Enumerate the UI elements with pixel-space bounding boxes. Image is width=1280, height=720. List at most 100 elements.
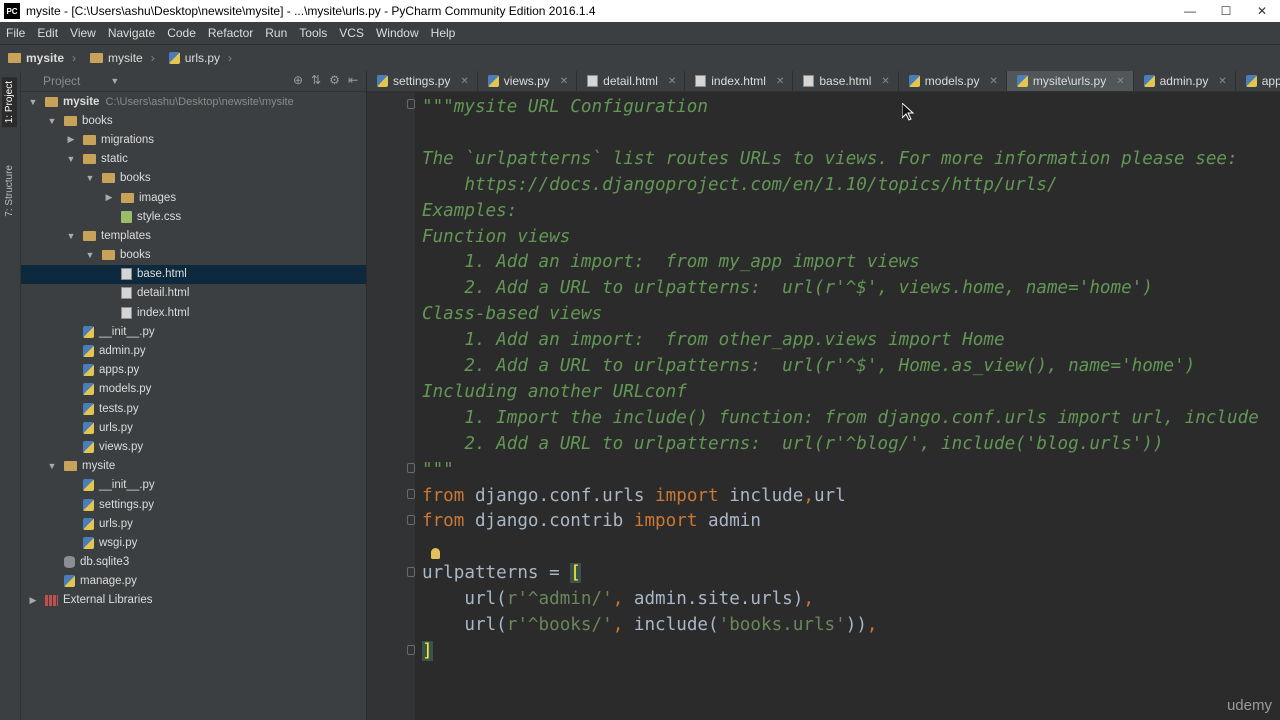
close-icon[interactable]: ✕ [1244,0,1280,22]
close-icon[interactable]: ✕ [560,76,568,87]
tree-item[interactable]: detail.html [21,284,366,303]
menu-view[interactable]: View [64,26,102,40]
menu-help[interactable]: Help [425,26,462,40]
menu-run[interactable]: Run [259,26,293,40]
menu-tools[interactable]: Tools [293,26,333,40]
chevron-down-icon[interactable]: ▼ [46,116,58,126]
tree-item[interactable]: settings.py [21,495,366,514]
editor-tab[interactable]: index.html ✕ [685,71,794,91]
project-panel: Project ▼ ⊕ ⇅ ⚙ ⇤ ▼ mysite C:\Users\ashu\D… [21,71,367,720]
tree-item[interactable]: manage.py [21,572,366,591]
tree-item[interactable]: views.py [21,437,366,456]
project-view-selector[interactable]: Project [43,74,80,88]
close-icon[interactable]: ✕ [776,76,784,87]
chevron-down-icon[interactable]: ▼ [84,173,96,183]
tree-item[interactable]: tests.py [21,399,366,418]
tree-item[interactable]: index.html [21,303,366,322]
fold-marker-icon[interactable] [407,99,415,109]
chevron-down-icon[interactable]: ▼ [65,231,77,241]
fold-marker-icon[interactable] [407,515,415,525]
chevron-right-icon[interactable]: ▶ [27,595,39,606]
menu-edit[interactable]: Edit [31,26,64,40]
close-icon[interactable]: ✕ [1116,76,1124,87]
tree-item[interactable]: base.html [21,264,366,284]
tree-item[interactable]: ▼ books [21,169,366,188]
chevron-right-icon[interactable]: ▶ [65,134,77,145]
tree-item[interactable]: ▼ mysite C:\Users\ashu\Desktop\newsite\mys… [21,92,366,111]
close-icon[interactable]: ✕ [1218,76,1226,87]
tree-item[interactable]: db.sqlite3 [21,553,366,572]
chevron-down-icon[interactable]: ▼ [46,461,58,471]
menu-refactor[interactable]: Refactor [202,26,259,40]
code-token: ] [422,640,433,661]
tree-item-label: books [120,172,151,185]
fold-marker-icon[interactable] [407,463,415,473]
tree-item[interactable]: apps.py [21,361,366,380]
tree-item[interactable]: __init__.py [21,322,366,341]
chevron-right-icon[interactable]: ▶ [103,192,115,203]
tree-item[interactable]: __init__.py [21,476,366,495]
tree-item[interactable]: ▶ External Libraries [21,591,366,610]
editor-tab[interactable]: detail.html ✕ [577,71,686,91]
python-file-icon [83,536,94,549]
editor-tab[interactable]: apps.py✕ [1236,71,1280,91]
chevron-down-icon[interactable]: ▼ [65,154,77,164]
tree-item[interactable]: ▶ images [21,188,366,207]
fold-marker-icon[interactable] [407,645,415,655]
tree-item[interactable]: ▼ mysite [21,457,366,476]
tree-item[interactable]: ▶ migrations [21,130,366,149]
collapse-all-icon[interactable]: ⇅ [311,73,321,87]
chevron-down-icon[interactable]: ▼ [110,76,119,86]
tree-item[interactable]: models.py [21,380,366,399]
editor-tab[interactable]: mysite\urls.py ✕ [1006,71,1134,91]
close-icon[interactable]: ✕ [668,76,676,87]
menu-navigate[interactable]: Navigate [102,26,161,40]
scroll-from-source-icon[interactable]: ⊕ [293,73,303,87]
code-area[interactable]: """mysite URL Configuration The `urlpatte… [422,92,1280,720]
chevron-down-icon[interactable]: ▼ [84,250,96,260]
project-panel-toolbar: ⊕ ⇅ ⚙ ⇤ [293,73,358,87]
code-line: urlpatterns = [ [422,560,581,586]
project-tool-tab[interactable]: 1: Project [2,77,17,128]
tree-item[interactable]: urls.py [21,514,366,533]
breadcrumb-item-package[interactable]: mysite › [82,51,161,65]
editor-tab[interactable]: settings.py ✕ [367,71,478,91]
maximize-icon[interactable]: ☐ [1208,0,1244,22]
minimize-icon[interactable]: — [1172,0,1208,22]
tree-item[interactable]: ▼ templates [21,226,366,245]
chevron-down-icon[interactable]: ▼ [27,97,39,107]
breadcrumb-item-file[interactable]: urls.py › [161,51,238,65]
tree-item[interactable]: wsgi.py [21,533,366,552]
tree-item[interactable]: ▼ static [21,150,366,169]
gear-icon[interactable]: ⚙ [329,73,340,87]
lightbulb-icon[interactable] [431,548,440,559]
code-token: from [422,485,465,506]
menu-file[interactable]: File [0,26,31,40]
tree-item-label: templates [101,229,151,242]
editor-tab[interactable]: base.html ✕ [793,71,899,91]
python-file-icon [83,440,94,453]
close-icon[interactable]: ✕ [881,76,889,87]
close-icon[interactable]: ✕ [989,76,997,87]
tree-item[interactable]: ▼ books [21,246,366,265]
editor-tab[interactable]: views.py ✕ [478,71,578,91]
tree-item-label: apps.py [99,364,140,377]
editor-tab[interactable]: models.py ✕ [899,71,1007,91]
menu-window[interactable]: Window [370,26,425,40]
close-icon[interactable]: ✕ [460,76,468,87]
tree-item[interactable]: style.css [21,207,366,226]
hide-panel-icon[interactable]: ⇤ [348,73,358,87]
tree-item[interactable]: admin.py [21,341,366,360]
code-token: The `urlpatterns` list routes URLs to vi… [422,148,1238,169]
fold-marker-icon[interactable] [407,567,415,577]
tree-item[interactable]: ▼ books [21,111,366,130]
breadcrumb-item-project[interactable]: mysite › [0,51,82,65]
fold-marker-icon[interactable] [407,489,415,499]
editor-tab[interactable]: admin.py ✕ [1134,71,1236,91]
tree-item-label: urls.py [99,421,133,434]
tree-item[interactable]: urls.py [21,418,366,437]
tree-item-label: urls.py [99,517,133,530]
menu-vcs[interactable]: VCS [333,26,370,40]
structure-tool-tab[interactable]: 7: Structure [2,161,17,221]
menu-code[interactable]: Code [161,26,202,40]
